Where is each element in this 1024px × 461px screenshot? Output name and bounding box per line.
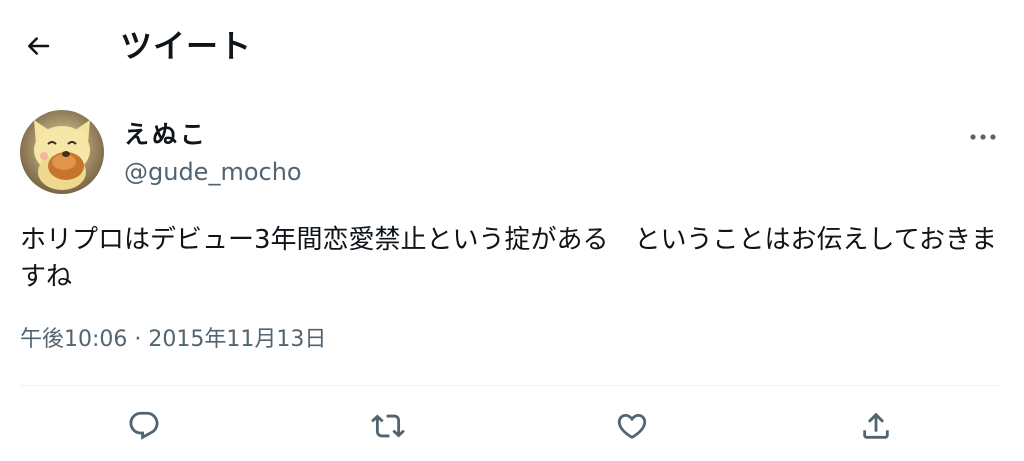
like-button[interactable] xyxy=(610,404,654,448)
heart-icon xyxy=(617,413,647,439)
more-options-button[interactable] xyxy=(966,120,1000,154)
tweet-author: えぬこ @gude_mocho xyxy=(20,110,1004,200)
reply-button[interactable] xyxy=(122,404,166,448)
divider xyxy=(20,385,1000,386)
tweet-actions xyxy=(0,404,1024,452)
top-bar: ツイート xyxy=(0,0,1024,92)
back-button[interactable] xyxy=(18,26,58,66)
arrow-left-icon xyxy=(28,37,50,55)
avatar[interactable] xyxy=(20,110,104,194)
tweet-timestamp[interactable]: 午後10:06 · 2015年11月13日 xyxy=(20,324,326,356)
retweet-icon xyxy=(371,414,405,438)
reply-icon xyxy=(129,411,159,440)
display-name[interactable]: えぬこ xyxy=(124,118,208,152)
share-icon xyxy=(863,412,889,439)
share-button[interactable] xyxy=(854,404,898,448)
retweet-button[interactable] xyxy=(366,404,410,448)
page-title: ツイート xyxy=(120,27,253,65)
more-horizontal-icon xyxy=(970,134,996,140)
cat-mascot-avatar xyxy=(20,110,104,194)
user-handle[interactable]: @gude_mocho xyxy=(124,156,302,188)
tweet-text: ホリプロはデビュー3年間恋愛禁止という掟がある ということはお伝えしておきますね xyxy=(20,225,997,292)
